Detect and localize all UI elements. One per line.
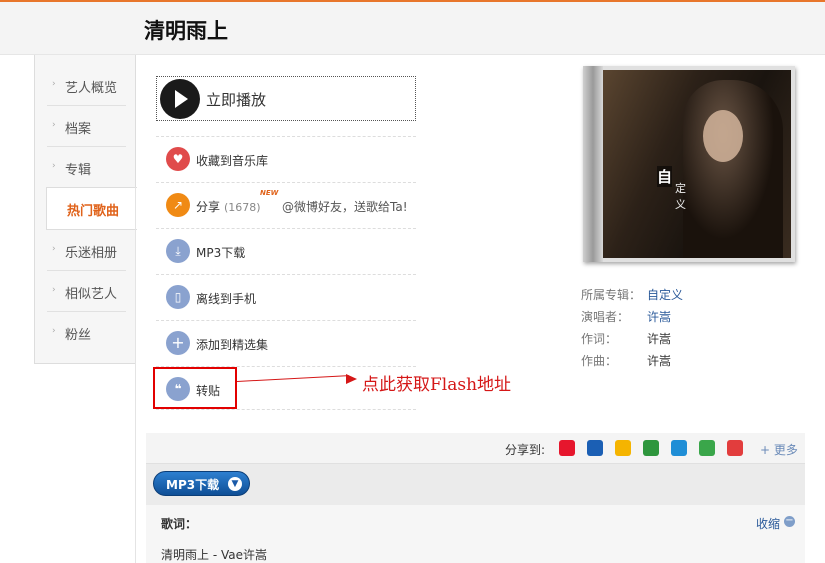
sidebar-item-label: 艺人概览 <box>65 81 118 96</box>
phone-icon: ▯ <box>166 285 190 309</box>
renren-icon[interactable] <box>587 440 603 456</box>
chevron-right-icon: › <box>52 120 56 130</box>
page-title: 清明雨上 <box>144 19 228 43</box>
chevron-right-icon: › <box>52 79 56 89</box>
collect-label: 收藏到音乐库 <box>196 154 269 168</box>
lyrics-line: 清明雨上 - Vae许嵩 <box>161 548 267 562</box>
share-more-link[interactable]: + 更多 <box>760 441 798 458</box>
download-bar: MP3下载 ▼ <box>146 463 805 505</box>
download-arrow-icon: ▼ <box>228 477 242 491</box>
artist-figure <box>683 80 783 258</box>
meta-lyricist-value: 许嵩 <box>647 332 672 346</box>
share-button[interactable]: 分享 (1678) <box>196 198 261 215</box>
annotation-arrow-head <box>346 374 357 384</box>
album-link[interactable]: 自定义 <box>647 286 683 303</box>
chevron-right-icon: › <box>52 326 56 336</box>
mp3-download-pill-button[interactable]: MP3下载 ▼ <box>153 471 250 496</box>
kaixin-icon[interactable] <box>671 440 687 456</box>
chevron-right-icon: › <box>52 161 56 171</box>
annotation-highlight-box <box>153 367 237 409</box>
qzone-icon[interactable] <box>615 440 631 456</box>
album-cover[interactable]: 自 定 义 <box>583 66 795 262</box>
new-badge: NEW <box>260 189 279 197</box>
mp3-download-pill-label: MP3下载 <box>166 478 220 492</box>
sidebar-nav: › 艺人概览 › 档案 › 专辑 热门歌曲 › 乐迷相册 › 相似艺人 › 粉丝 <box>34 55 137 364</box>
offline-label: 离线到手机 <box>196 292 257 306</box>
play-now-label: 立即播放 <box>206 91 267 109</box>
singer-link[interactable]: 许嵩 <box>647 308 671 325</box>
sidebar-item-fan-photos[interactable]: › 乐迷相册 <box>47 230 126 271</box>
action-list-bottom-divider <box>156 409 416 410</box>
collect-button[interactable]: ♥ 收藏到音乐库 <box>156 136 416 182</box>
share-icon[interactable]: ↗ <box>166 193 190 217</box>
cover-title-text: 定 <box>675 182 686 195</box>
mp3-download-label: MP3下载 <box>196 246 246 260</box>
sidebar-item-label: 乐迷相册 <box>65 246 118 261</box>
add-to-collection-label: 添加到精选集 <box>196 338 269 352</box>
chevron-right-icon: › <box>52 285 56 295</box>
share-count: (1678) <box>224 201 261 214</box>
cd-case-spine <box>583 66 603 262</box>
sidebar-item-label: 档案 <box>65 122 92 137</box>
mp3-download-button[interactable]: ⤓ MP3下载 <box>156 228 416 274</box>
header-band <box>0 2 825 55</box>
douban-icon[interactable] <box>643 440 659 456</box>
chevron-right-icon: › <box>52 244 56 254</box>
heart-icon: ♥ <box>166 147 190 171</box>
share-label: 分享 <box>196 200 221 214</box>
sidebar-item-fans[interactable]: › 粉丝 <box>47 312 126 353</box>
meta-lyricist-key: 作词： <box>581 332 618 346</box>
cover-title-text: 义 <box>675 198 686 211</box>
sidebar-item-similar-artists[interactable]: › 相似艺人 <box>47 271 126 312</box>
meta-singer-key: 演唱者： <box>581 310 630 324</box>
offline-to-phone-button[interactable]: ▯ 离线到手机 <box>156 274 416 320</box>
annotation-text: 点此获取Flash地址 <box>362 375 512 395</box>
collapse-lyrics-link[interactable]: 收缩 <box>756 515 780 532</box>
share-to-label: 分享到: <box>505 443 546 457</box>
add-to-collection-button[interactable]: + 添加到精选集 <box>156 320 416 366</box>
plus-icon: + <box>166 331 190 355</box>
sidebar-item-profile[interactable]: › 档案 <box>47 106 126 147</box>
sidebar-item-albums[interactable]: › 专辑 <box>47 147 126 188</box>
play-icon <box>160 79 200 119</box>
sidebar-item-overview[interactable]: › 艺人概览 <box>47 65 126 106</box>
tqq-icon[interactable] <box>727 440 743 456</box>
artist-face <box>703 110 743 162</box>
meta-composer-value: 许嵩 <box>647 354 672 368</box>
weibo-icon[interactable] <box>559 440 575 456</box>
meta-album-key: 所属专辑： <box>581 288 642 302</box>
play-now-button[interactable]: 立即播放 <box>156 76 416 121</box>
sidebar-item-label: 专辑 <box>65 163 92 178</box>
lyrics-label: 歌词： <box>161 517 198 531</box>
feixin-icon[interactable] <box>699 440 715 456</box>
sidebar-item-hot-songs[interactable]: 热门歌曲 <box>46 187 137 230</box>
sidebar-item-label: 相似艺人 <box>65 287 118 302</box>
share-bar: 分享到: + 更多 <box>146 433 805 463</box>
main-divider <box>135 187 136 563</box>
lyrics-section: 歌词： 收缩 − 清明雨上 - Vae许嵩 <box>146 505 805 563</box>
weibo-share-link[interactable]: @微博好友，送歌给Ta! <box>282 198 408 215</box>
sidebar-item-label: 粉丝 <box>65 328 92 343</box>
album-artwork: 自 定 义 <box>603 70 791 258</box>
cover-title-text: 自 <box>657 166 673 187</box>
sidebar-item-label: 热门歌曲 <box>67 204 120 219</box>
share-row: ↗ 分享 (1678) NEW @微博好友，送歌给Ta! <box>156 182 416 228</box>
minus-circle-icon[interactable]: − <box>784 516 795 527</box>
download-icon: ⤓ <box>166 239 190 263</box>
meta-composer-key: 作曲： <box>581 354 618 368</box>
